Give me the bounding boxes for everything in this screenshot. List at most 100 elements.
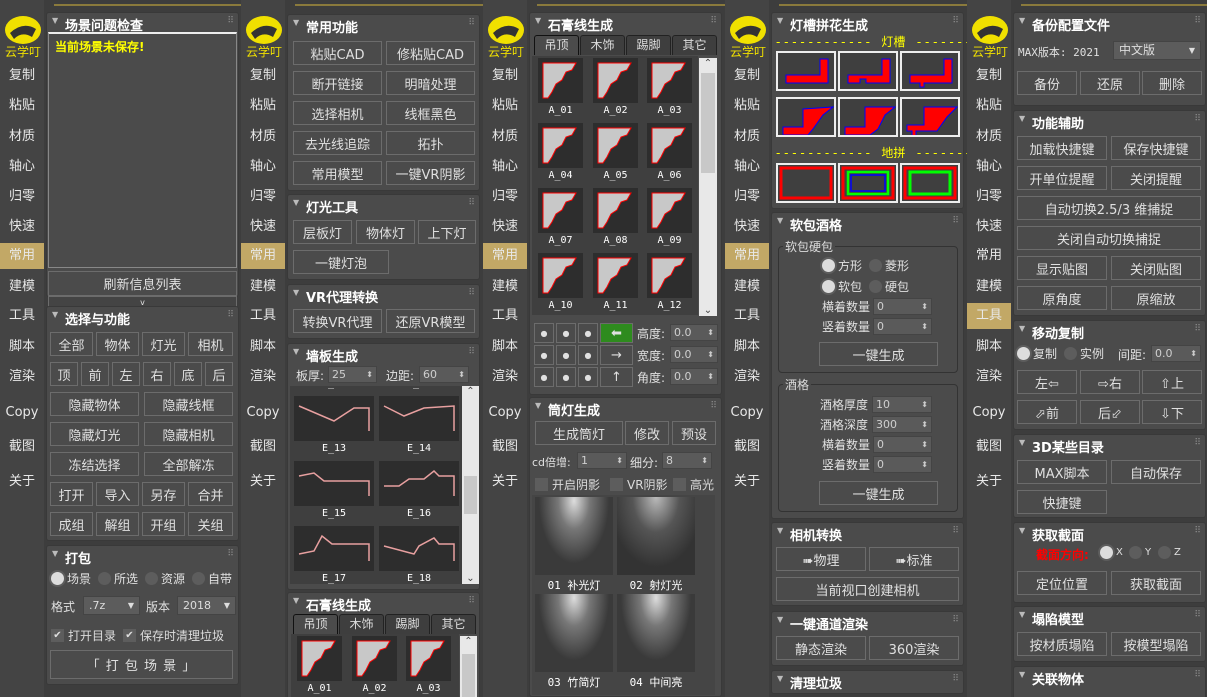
refresh-list-button[interactable]: 刷新信息列表 bbox=[48, 271, 237, 296]
sidebar-item[interactable]: 常用 bbox=[483, 243, 527, 269]
collapse-triangle-icon[interactable]: ▼ bbox=[52, 310, 58, 319]
clean-on-save-checkbox[interactable]: ✔ 保存时清理垃圾 bbox=[123, 627, 224, 644]
sidebar-item[interactable]: 粘贴 bbox=[725, 93, 769, 119]
hide-cameras-button[interactable]: 隐藏相机 bbox=[144, 422, 233, 446]
move-back-button[interactable]: 后⬃ bbox=[1080, 400, 1140, 424]
sidebar-item[interactable]: 轴心 bbox=[0, 154, 44, 180]
open-dir-checkbox[interactable]: ✔ 打开目录 bbox=[51, 627, 116, 644]
wall-thumbnail[interactable] bbox=[294, 526, 374, 571]
radio-copy[interactable]: 复制 bbox=[1017, 345, 1057, 362]
trough-shape-button[interactable] bbox=[838, 97, 898, 137]
view-front-button[interactable]: 前 bbox=[81, 362, 109, 386]
sidebar-item[interactable]: 粘贴 bbox=[967, 93, 1011, 119]
radio-y[interactable]: Y bbox=[1129, 546, 1151, 559]
sidebar-item[interactable]: 复制 bbox=[967, 63, 1011, 89]
tab-ceiling[interactable]: 吊顶 bbox=[534, 35, 579, 55]
shortcuts-dir-button[interactable]: 快捷键 bbox=[1017, 490, 1107, 514]
pivot-point-button[interactable]: ● bbox=[556, 345, 576, 365]
sidebar-item[interactable]: 截图 bbox=[0, 434, 44, 460]
plaster-thumbnail[interactable] bbox=[647, 253, 692, 298]
tab-other[interactable]: 其它 bbox=[672, 35, 717, 55]
sidebar-item[interactable]: 快速 bbox=[725, 214, 769, 240]
panel-header[interactable]: ▼ 软包酒格 ⠿ bbox=[772, 213, 963, 234]
radio-builtin[interactable]: 自带 bbox=[192, 570, 232, 587]
view-top-button[interactable]: 顶 bbox=[50, 362, 78, 386]
wireframe-black-button[interactable]: 线框黑色 bbox=[386, 101, 475, 125]
wall-thumbnail[interactable] bbox=[379, 526, 459, 571]
plaster-thumbnail[interactable] bbox=[538, 253, 583, 298]
trough-shape-button[interactable] bbox=[900, 97, 960, 138]
sidebar-item[interactable]: 轴心 bbox=[725, 154, 769, 180]
sidebar-item[interactable]: 工具 bbox=[483, 303, 527, 329]
load-shortcuts-button[interactable]: 加载快捷键 bbox=[1017, 136, 1107, 160]
panel-header[interactable]: ▼ 备份配置文件 ⠿ bbox=[1014, 13, 1205, 34]
sidebar-item[interactable]: 建模 bbox=[0, 274, 44, 300]
open-group-button[interactable]: 开组 bbox=[142, 512, 185, 536]
hide-maps-button[interactable]: 关闭贴图 bbox=[1111, 256, 1201, 280]
panel-header[interactable]: ▼ 场景问题检查 ⠿ bbox=[47, 13, 238, 34]
move-left-button[interactable]: 左⇦ bbox=[1017, 370, 1077, 394]
height-spinner[interactable]: 0.0 ⬍ bbox=[670, 324, 718, 341]
sidebar-item[interactable]: 渲染 bbox=[967, 364, 1011, 390]
sidebar-item[interactable]: Copy bbox=[725, 400, 769, 426]
sidebar-item[interactable]: 材质 bbox=[0, 124, 44, 150]
pivot-point-button[interactable]: ● bbox=[534, 367, 554, 387]
hide-lights-button[interactable]: 隐藏灯光 bbox=[50, 422, 139, 446]
sidebar-item[interactable]: 脚本 bbox=[483, 334, 527, 360]
select-all-button[interactable]: 全部 bbox=[50, 332, 93, 356]
sidebar-item[interactable]: 归零 bbox=[967, 184, 1011, 210]
pivot-point-button[interactable]: ● bbox=[578, 367, 598, 387]
direction-up-button[interactable]: ↑ bbox=[600, 367, 633, 387]
margin-spinner[interactable]: 60 ⬍ bbox=[419, 366, 469, 383]
grid-depth-spinner[interactable]: 300 ⬍ bbox=[872, 416, 932, 433]
sidebar-item[interactable]: Copy bbox=[483, 400, 527, 426]
move-front-button[interactable]: ⬀前 bbox=[1017, 400, 1077, 424]
sidebar-item[interactable]: 复制 bbox=[483, 63, 527, 89]
scrollbar[interactable]: ⌃ bbox=[460, 636, 477, 697]
create-camera-button[interactable]: 当前视口创建相机 bbox=[776, 577, 959, 601]
pivot-point-button[interactable]: ● bbox=[534, 345, 554, 365]
trough-shape-button[interactable] bbox=[838, 51, 898, 91]
panel-header[interactable]: ▼ 获取截面 ⠿ bbox=[1014, 523, 1205, 544]
move-right-button[interactable]: ⇨右 bbox=[1080, 370, 1140, 394]
sidebar-item[interactable]: 快速 bbox=[241, 214, 285, 240]
direction-right-button[interactable]: → bbox=[600, 345, 633, 365]
collapse-triangle-icon[interactable]: ▼ bbox=[52, 16, 58, 25]
preset-button[interactable]: 预设 bbox=[672, 421, 716, 445]
plaster-thumbnail[interactable] bbox=[647, 188, 692, 233]
updown-light-button[interactable]: 上下灯 bbox=[418, 220, 476, 244]
pivot-point-button[interactable]: ● bbox=[578, 345, 598, 365]
panel-header[interactable]: ▼ 功能辅助 ⠿ bbox=[1014, 111, 1205, 132]
unfreeze-all-button[interactable]: 全部解冻 bbox=[144, 452, 233, 476]
sidebar-item[interactable]: 截图 bbox=[967, 434, 1011, 460]
panel-header[interactable]: ▼ 石膏线生成 ⠿ bbox=[530, 13, 721, 34]
sidebar-item[interactable]: 材质 bbox=[967, 124, 1011, 150]
sidebar-item[interactable]: Copy bbox=[0, 400, 44, 426]
radio-square[interactable]: 方形 bbox=[822, 257, 862, 274]
save-as-button[interactable]: 另存 bbox=[142, 482, 185, 506]
panel-header[interactable]: ▼ 关联物体 ⠿ bbox=[1014, 667, 1205, 688]
format-select[interactable]: .7z ▼ bbox=[83, 596, 140, 615]
sidebar-item[interactable]: Copy bbox=[241, 400, 285, 426]
sidebar-item[interactable]: 工具 bbox=[241, 303, 285, 329]
plaster-thumbnail[interactable] bbox=[593, 58, 638, 103]
sidebar-item[interactable]: 归零 bbox=[483, 184, 527, 210]
static-render-button[interactable]: 静态渲染 bbox=[776, 636, 866, 660]
downlight-preset-image[interactable] bbox=[617, 594, 695, 672]
import-button[interactable]: 导入 bbox=[96, 482, 139, 506]
sidebar-item[interactable]: 截图 bbox=[241, 434, 285, 460]
sidebar-item[interactable]: 快速 bbox=[483, 214, 527, 240]
select-cameras-button[interactable]: 相机 bbox=[188, 332, 233, 356]
collapse-by-model-button[interactable]: 按模型塌陷 bbox=[1111, 632, 1201, 656]
shading-button[interactable]: 明暗处理 bbox=[386, 71, 475, 95]
sidebar-item[interactable]: 归零 bbox=[0, 184, 44, 210]
pivot-point-button[interactable]: ● bbox=[578, 323, 598, 343]
select-camera-button[interactable]: 选择相机 bbox=[293, 101, 382, 125]
vertical-count-spinner[interactable]: 0 ⬍ bbox=[873, 318, 932, 335]
sidebar-item[interactable]: 轴心 bbox=[967, 154, 1011, 180]
select-lights-button[interactable]: 灯光 bbox=[142, 332, 185, 356]
thickness-spinner[interactable]: 25 ⬍ bbox=[328, 366, 377, 383]
floor-pattern-button[interactable] bbox=[776, 163, 836, 203]
break-link-button[interactable]: 断开链接 bbox=[293, 71, 382, 95]
render-360-button[interactable]: 360渲染 bbox=[869, 636, 959, 660]
